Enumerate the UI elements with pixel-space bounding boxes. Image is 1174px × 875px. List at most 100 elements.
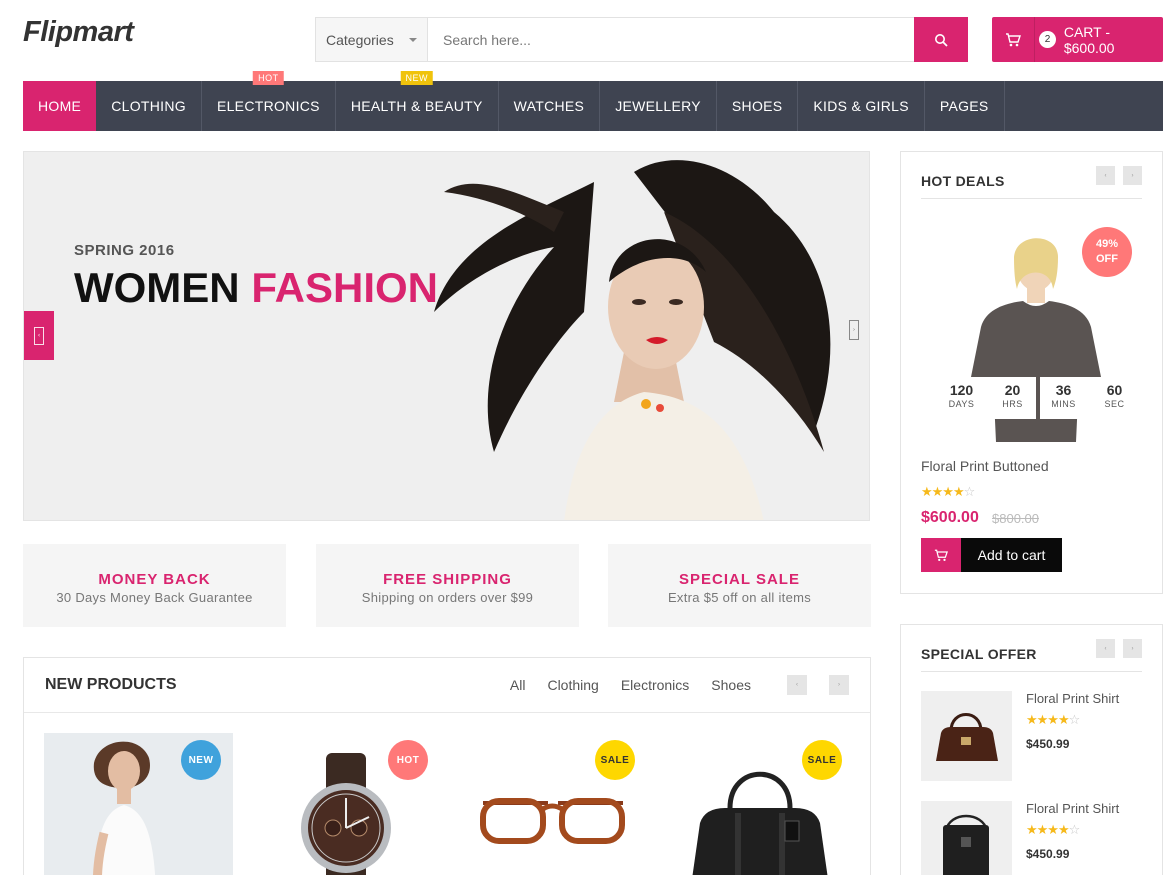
- timer-minutes: 36 MINS: [1040, 377, 1087, 419]
- category-dropdown[interactable]: Categories: [316, 18, 428, 61]
- handbag-image: [921, 691, 1012, 781]
- chevron-right-icon[interactable]: ›: [1123, 639, 1142, 658]
- product-price: $450.99: [1026, 847, 1070, 861]
- chevron-right-icon[interactable]: ›: [1123, 166, 1142, 185]
- discount-percent: 49%: [1095, 238, 1119, 250]
- main-navigation: HOME CLOTHING HOT ELECTRONICS NEW HEALTH…: [23, 71, 1163, 131]
- section-title: HOT DEALS: [921, 173, 1005, 189]
- info-box-special-sale: SPECIAL SALE Extra $5 off on all items: [608, 544, 871, 627]
- info-box-title: FREE SHIPPING: [383, 571, 512, 588]
- add-to-cart-button[interactable]: Add to cart: [921, 538, 1062, 572]
- discount-off: OFF: [1096, 253, 1118, 265]
- info-box-money-back: MONEY BACK 30 Days Money Back Guarantee: [23, 544, 286, 627]
- product-price: $600.00: [921, 509, 979, 526]
- list-item[interactable]: Floral Print Shirt ★★★★☆ $450.99: [921, 691, 1151, 781]
- nav-item-label: JEWELLERY: [615, 98, 701, 114]
- old-price: $800.00: [992, 511, 1039, 526]
- info-box-text: Shipping on orders over $99: [361, 590, 534, 605]
- tab-shoes[interactable]: Shoes: [711, 677, 751, 693]
- search-input[interactable]: [428, 18, 914, 61]
- timer-unit: HRS: [1002, 399, 1023, 409]
- product-card[interactable]: SALE: [458, 733, 647, 875]
- hero-title-accent: FASHION: [251, 264, 439, 311]
- tab-electronics[interactable]: Electronics: [621, 677, 689, 693]
- nav-item-label: ELECTRONICS: [216, 98, 320, 114]
- hot-tag: HOT: [388, 740, 428, 780]
- list-item[interactable]: Floral Print Shirt ★★★★☆ $450.99: [921, 801, 1151, 875]
- nav-item-label: KIDS & GIRLS: [813, 98, 909, 114]
- nav-item-health-beauty[interactable]: NEW HEALTH & BEAUTY: [336, 71, 499, 131]
- chevron-left-icon[interactable]: ‹: [787, 675, 807, 695]
- info-box-free-shipping: FREE SHIPPING Shipping on orders over $9…: [316, 544, 579, 627]
- search-button[interactable]: [914, 17, 968, 62]
- info-box-text: 30 Days Money Back Guarantee: [56, 590, 253, 605]
- product-name[interactable]: Floral Print Shirt: [1026, 801, 1119, 816]
- nav-item-shoes[interactable]: SHOES: [717, 81, 799, 131]
- timer-days: 120 DAYS: [938, 377, 985, 419]
- product-card[interactable]: HOT: [251, 733, 440, 875]
- hero-title-main: WOMEN: [74, 264, 240, 311]
- category-dropdown-label: Categories: [326, 31, 394, 48]
- nav-item-label: HOME: [38, 98, 82, 114]
- hot-badge: HOT: [253, 71, 284, 85]
- cart-count-badge: 2: [1039, 31, 1056, 48]
- chevron-right-icon[interactable]: ›: [829, 675, 849, 695]
- slider-prev-button[interactable]: ‹: [24, 311, 54, 360]
- rating-stars-icon: ★★★★☆: [1026, 712, 1080, 727]
- product-name[interactable]: Floral Print Buttoned: [921, 458, 1049, 474]
- timer-seconds: 60 SEC: [1091, 377, 1138, 419]
- chevron-left-icon: ‹: [34, 326, 44, 345]
- new-products-header: NEW PRODUCTS All Clothing Electronics Sh…: [24, 658, 870, 713]
- hero-slider[interactable]: SPRING 2016 WOMEN FASHION ‹ ›: [23, 151, 870, 521]
- search-bar: Categories: [315, 17, 968, 62]
- nav-item-electronics[interactable]: HOT ELECTRONICS: [202, 71, 336, 131]
- nav-item-pages[interactable]: PAGES: [925, 81, 1005, 131]
- hero-model-image: [434, 160, 831, 520]
- sale-tag: SALE: [595, 740, 635, 780]
- cart-icon: [992, 17, 1036, 62]
- chevron-left-icon[interactable]: ‹: [1096, 639, 1115, 658]
- nav-item-label: WATCHES: [513, 98, 585, 114]
- timer-value: 36: [1055, 382, 1072, 398]
- cart-icon: [921, 538, 961, 572]
- chevron-left-icon[interactable]: ‹: [1096, 166, 1115, 185]
- nav-item-jewellery[interactable]: JEWELLERY: [600, 81, 717, 131]
- nav-item-label: CLOTHING: [111, 98, 186, 114]
- special-offer-widget: SPECIAL OFFER ‹ › Floral Print Shirt ★★★…: [900, 624, 1163, 875]
- new-badge: NEW: [400, 71, 433, 85]
- product-card[interactable]: NEW: [44, 733, 233, 875]
- hot-deals-widget: HOT DEALS ‹ › 49% OFF 120 DAYS 20 HRS 36…: [900, 151, 1163, 594]
- search-icon: [935, 33, 948, 47]
- product-filter-tabs: All Clothing Electronics Shoes ‹ ›: [488, 675, 849, 695]
- timer-hours: 20 HRS: [989, 377, 1036, 419]
- section-title: SPECIAL OFFER: [921, 646, 1037, 662]
- product-card[interactable]: SALE: [665, 733, 854, 875]
- nav-item-watches[interactable]: WATCHES: [499, 81, 601, 131]
- nav-item-label: PAGES: [939, 98, 989, 114]
- section-title: NEW PRODUCTS: [45, 676, 177, 693]
- info-box-title: MONEY BACK: [98, 571, 211, 588]
- site-logo[interactable]: Flipmart: [23, 16, 134, 49]
- tab-all[interactable]: All: [510, 677, 526, 693]
- timer-unit: SEC: [1104, 399, 1125, 409]
- chevron-down-icon: [409, 37, 417, 42]
- product-name[interactable]: Floral Print Shirt: [1026, 691, 1119, 706]
- new-products-section: NEW PRODUCTS All Clothing Electronics Sh…: [23, 657, 871, 875]
- rating-stars-icon: ★★★★☆: [921, 484, 975, 499]
- nav-item-home[interactable]: HOME: [23, 81, 97, 131]
- info-box-text: Extra $5 off on all items: [667, 590, 812, 605]
- product-price: $450.99: [1026, 737, 1070, 751]
- tab-clothing[interactable]: Clothing: [547, 677, 598, 693]
- timer-value: 60: [1106, 382, 1123, 398]
- nav-item-clothing[interactable]: CLOTHING: [96, 81, 202, 131]
- add-to-cart-label: Add to cart: [961, 538, 1062, 572]
- timer-value: 20: [1004, 382, 1021, 398]
- cart-button[interactable]: 2 CART - $600.00: [992, 17, 1163, 62]
- special-offer-arrows: ‹ ›: [1088, 639, 1142, 658]
- chevron-right-icon[interactable]: ›: [849, 320, 859, 340]
- hero-subtitle: SPRING 2016: [74, 242, 175, 259]
- timer-value: 120: [949, 382, 974, 398]
- hot-deals-arrows: ‹ ›: [1088, 166, 1142, 185]
- cart-total-label: CART - $600.00: [1063, 23, 1115, 56]
- nav-item-kids-girls[interactable]: KIDS & GIRLS: [798, 81, 925, 131]
